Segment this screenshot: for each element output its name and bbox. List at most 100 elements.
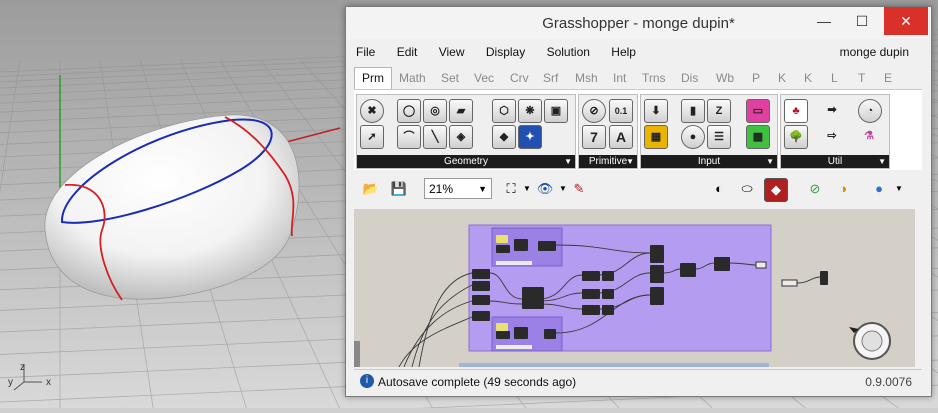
tab-int[interactable]: Int xyxy=(613,71,626,85)
document-name[interactable]: monge dupin xyxy=(840,45,909,59)
dial-icon[interactable]: ● xyxy=(681,125,705,149)
tab-e[interactable]: E xyxy=(884,71,892,85)
component-node xyxy=(496,331,510,339)
list-icon[interactable]: ☰ xyxy=(707,125,731,149)
menu-help[interactable]: Help xyxy=(611,45,636,59)
cherry-picker-icon[interactable]: ♣ xyxy=(784,99,808,123)
point-icon[interactable]: ✖ xyxy=(360,99,384,123)
arrow-right-icon[interactable]: ➡ xyxy=(821,99,843,121)
tree-icon[interactable]: 🌳 xyxy=(784,125,808,149)
component-node xyxy=(472,269,490,279)
component-node xyxy=(522,287,544,309)
wireframe-icon[interactable]: ⬭ xyxy=(736,178,758,200)
component-node xyxy=(514,239,528,251)
selected-preview-icon[interactable]: ◆ xyxy=(764,178,788,202)
component-node xyxy=(582,305,600,315)
vector-icon[interactable]: ➚ xyxy=(360,125,384,149)
tab-prm[interactable]: Prm xyxy=(354,67,392,89)
component-node xyxy=(472,281,490,291)
tab-srf[interactable]: Srf xyxy=(543,71,558,85)
sphere-chevron-icon[interactable]: ▼ xyxy=(888,178,910,200)
navigation-dial-icon[interactable] xyxy=(849,322,891,360)
tab-crv[interactable]: Crv xyxy=(510,71,529,85)
material-icon[interactable]: ◑ xyxy=(832,178,854,200)
tab-trns[interactable]: Trns xyxy=(642,71,666,85)
tab-k2[interactable]: K xyxy=(804,71,812,85)
shaded-preview-icon[interactable]: ◐ xyxy=(708,178,730,200)
mesh-icon[interactable]: ❋ xyxy=(518,99,542,123)
tab-dis[interactable]: Dis xyxy=(681,71,698,85)
group-label-geometry[interactable]: Geometry ▼ xyxy=(357,155,575,168)
eye-dropper-icon[interactable]: ◔ xyxy=(858,99,882,123)
title-bar[interactable]: Grasshopper - monge dupin* — ☐ ✕ xyxy=(346,7,931,39)
save-icon[interactable]: 💾 xyxy=(388,178,410,200)
group-label-util[interactable]: Util ▼ xyxy=(781,155,889,168)
import-icon[interactable]: ⬇ xyxy=(644,99,668,123)
menu-solution[interactable]: Solution xyxy=(547,45,590,59)
component-node xyxy=(514,327,528,339)
zoom-combo[interactable]: 21% ▼ xyxy=(424,178,492,199)
tab-l[interactable]: L xyxy=(831,71,838,85)
field-icon[interactable]: ✦ xyxy=(518,125,542,149)
box-icon[interactable]: ⬡ xyxy=(492,99,516,123)
sketch-brush-icon[interactable]: ✎ xyxy=(568,178,590,200)
sphere-preview-icon[interactable]: ● xyxy=(868,178,890,200)
boolean-icon[interactable]: ⊘ xyxy=(582,99,606,123)
axis-x-label: x xyxy=(46,377,51,388)
close-button[interactable]: ✕ xyxy=(884,7,928,35)
group-input: ⬇ ▦ ▮ ● Z ☰ ▭ ▩ Input ▼ xyxy=(640,94,778,169)
menu-file[interactable]: File xyxy=(356,45,375,59)
version-label: 0.9.0076 xyxy=(865,375,912,389)
text-icon[interactable]: A xyxy=(609,125,633,149)
minimize-button[interactable]: — xyxy=(806,7,842,35)
gradient-icon[interactable]: ▭ xyxy=(746,99,770,123)
arrow-outline-icon[interactable]: ⇨ xyxy=(821,125,843,147)
component-ribbon: ✖ ➚ ◯ ⌒ ◎ ╲ ▰ ◈ ⬡ ◆ ❋ ✦ ▣ Geometry ▼ ⊘ 0.… xyxy=(354,89,922,170)
bake-icon[interactable]: ⊘ xyxy=(804,178,826,200)
graph-mapper-icon[interactable]: ▦ xyxy=(644,125,668,149)
component-node xyxy=(496,235,508,243)
menu-bar: File Edit View Display Solution Help xyxy=(356,45,654,63)
menu-display[interactable]: Display xyxy=(486,45,525,59)
group-label-input[interactable]: Input ▼ xyxy=(641,155,777,168)
tab-p[interactable]: P xyxy=(752,71,760,85)
button-icon[interactable]: ▮ xyxy=(681,99,705,123)
component-node xyxy=(602,271,614,281)
arc-icon[interactable]: ⌒ xyxy=(397,125,421,149)
tab-set[interactable]: Set xyxy=(441,71,459,85)
toggle-icon[interactable]: Z xyxy=(707,99,731,123)
component-node xyxy=(544,329,556,339)
surface-icon[interactable]: ◈ xyxy=(449,125,473,149)
brep-icon[interactable]: ◆ xyxy=(492,125,516,149)
menu-view[interactable]: View xyxy=(439,45,465,59)
menu-edit[interactable]: Edit xyxy=(397,45,418,59)
info-icon[interactable]: i xyxy=(360,374,374,388)
axis-y-label: y xyxy=(8,377,13,388)
swatch-icon[interactable]: ▩ xyxy=(746,125,770,149)
circle-icon[interactable]: ◯ xyxy=(397,99,421,123)
tab-math[interactable]: Math xyxy=(399,71,426,85)
component-node xyxy=(538,241,556,251)
geometry-icon[interactable]: ▣ xyxy=(544,99,568,123)
component-node xyxy=(650,287,664,305)
number-icon[interactable]: 0.1 xyxy=(609,99,633,123)
component-tabs: Prm Math Set Vec Crv Srf Msh Int Trns Di… xyxy=(354,67,924,89)
integer-icon[interactable]: 7 xyxy=(582,125,606,149)
tab-wb[interactable]: Wb xyxy=(716,71,734,85)
definition-canvas[interactable] xyxy=(354,209,915,367)
tab-vec[interactable]: Vec xyxy=(474,71,494,85)
group-label-primitive[interactable]: Primitive ▼ xyxy=(579,155,637,168)
plane-icon[interactable]: ▰ xyxy=(449,99,473,123)
tab-t[interactable]: T xyxy=(858,71,865,85)
component-node xyxy=(496,345,532,349)
tab-k[interactable]: K xyxy=(778,71,786,85)
component-node xyxy=(472,295,490,305)
group-primitive: ⊘ 0.1 7 A Primitive ▼ xyxy=(578,94,638,169)
curve-icon[interactable]: ◎ xyxy=(423,99,447,123)
line-icon[interactable]: ╲ xyxy=(423,125,447,149)
component-node xyxy=(781,279,798,287)
maximize-button[interactable]: ☐ xyxy=(844,7,880,35)
open-file-icon[interactable]: 📂 xyxy=(360,178,382,200)
tab-msh[interactable]: Msh xyxy=(575,71,598,85)
flask-icon[interactable]: ⚗ xyxy=(858,125,880,147)
